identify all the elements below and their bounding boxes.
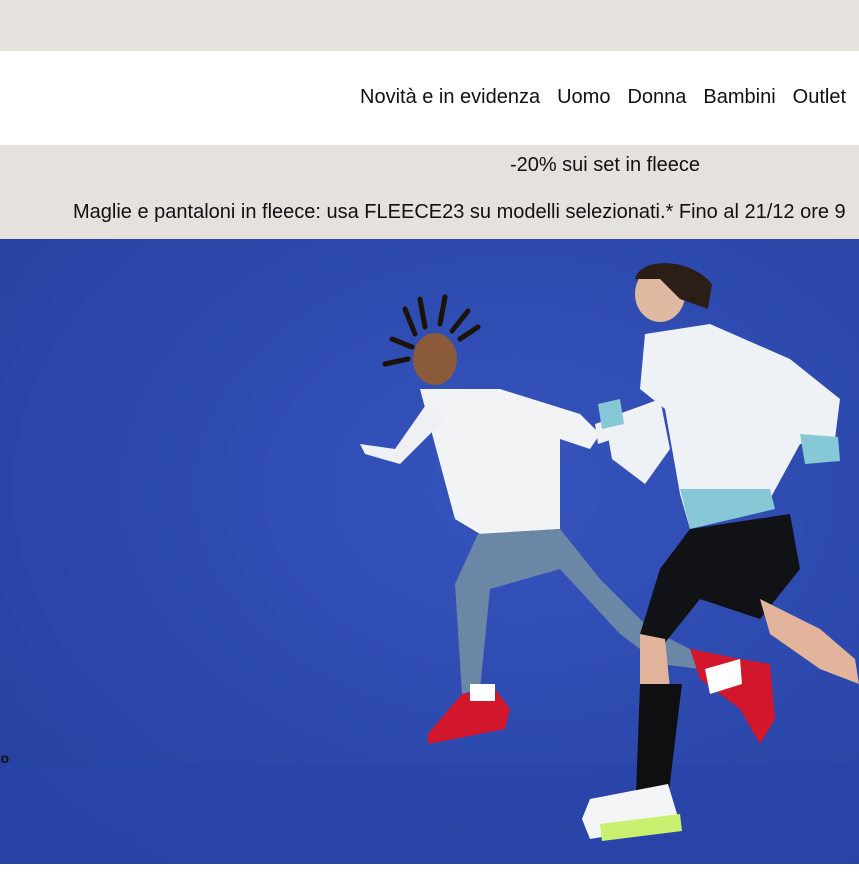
nav-menu: Novità e in evidenza Uomo Donna Bambini …	[360, 85, 846, 109]
nav-item-uomo[interactable]: Uomo	[557, 85, 610, 109]
nav-item-novita[interactable]: Novità e in evidenza	[360, 85, 540, 109]
page-bottom	[0, 864, 859, 873]
hero-runners-image	[0, 239, 859, 864]
promo-description: Maglie e pantaloni in fleece: usa FLEECE…	[73, 201, 846, 223]
nav-item-bambini[interactable]: Bambini	[703, 85, 775, 109]
promo-title: -20% sui set in fleece	[509, 154, 701, 176]
promo-banner[interactable]: -20% sui set in fleece Maglie e pantalon…	[0, 145, 859, 239]
nav-item-outlet[interactable]: Outlet	[793, 85, 846, 109]
main-navigation: Novità e in evidenza Uomo Donna Bambini …	[0, 51, 859, 145]
top-banner-strip	[0, 0, 859, 51]
nav-item-donna[interactable]: Donna	[627, 85, 686, 109]
hero-caption: to	[0, 750, 10, 766]
hero-banner[interactable]: to	[0, 239, 859, 864]
